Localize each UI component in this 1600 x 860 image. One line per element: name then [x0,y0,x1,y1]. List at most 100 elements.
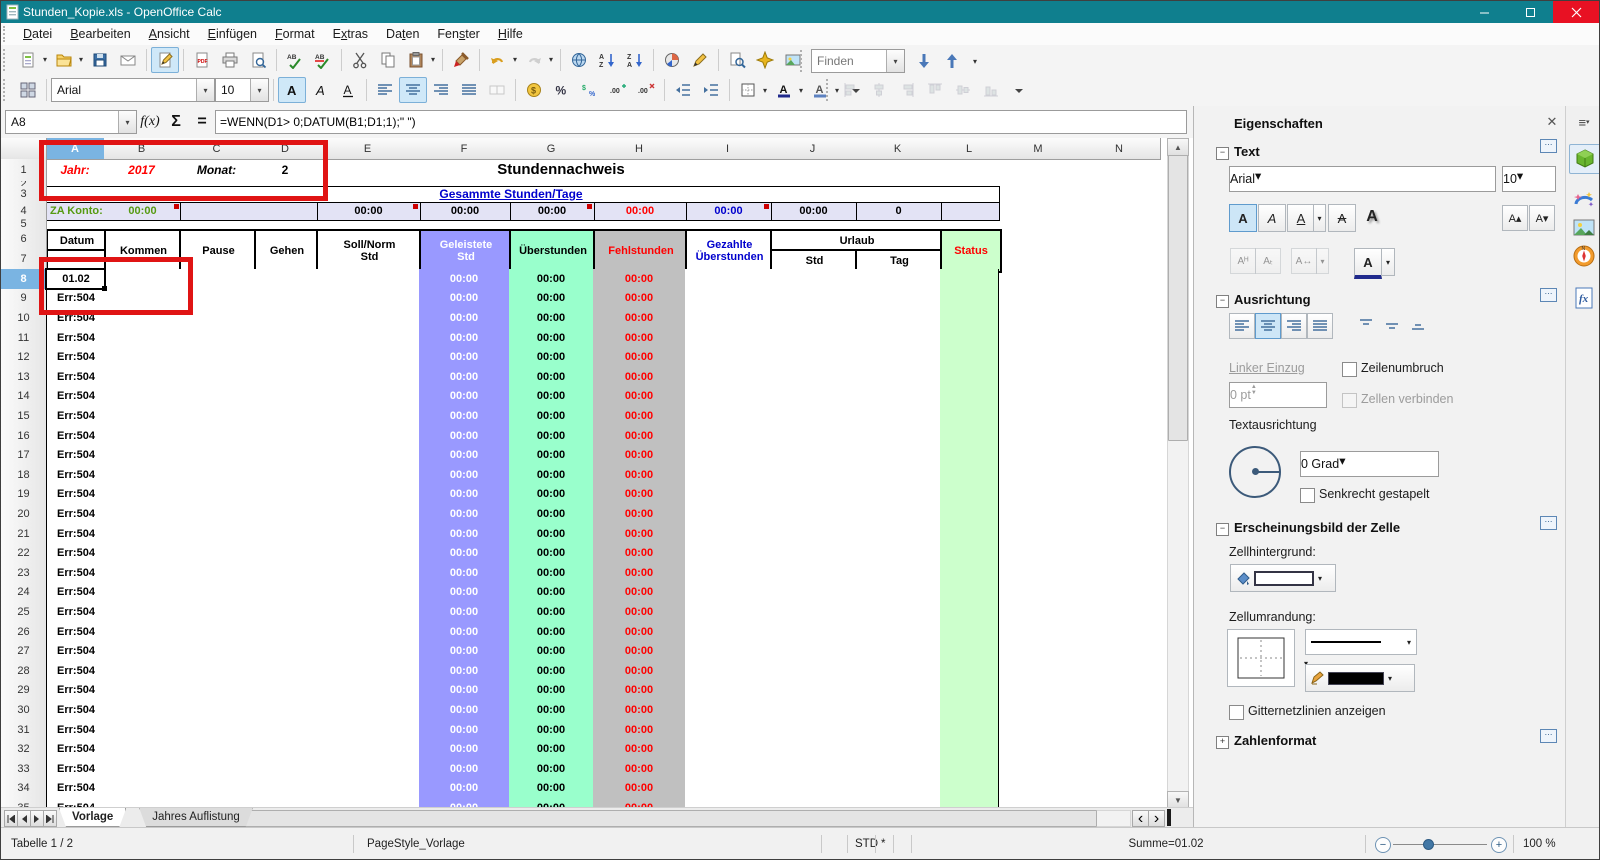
column-header-L[interactable]: L [940,138,999,160]
cell-K30[interactable] [855,700,941,721]
cell-A18[interactable]: Err:504 [46,465,106,486]
cell-F18[interactable]: 00:00 [419,465,510,486]
minimize-button[interactable] [1461,1,1507,23]
cell-G9[interactable]: 00:00 [509,288,594,310]
cell-D25[interactable] [254,602,317,623]
cell-F32[interactable]: 00:00 [419,739,510,760]
cell-J10[interactable] [770,308,856,329]
cell-D31[interactable] [254,719,317,741]
row-header-32[interactable]: 32 [1,739,47,760]
cell-G26[interactable]: 00:00 [509,621,594,643]
cell-H9[interactable]: 00:00 [593,288,686,310]
cut[interactable] [346,47,374,73]
cell-J13[interactable] [770,367,856,388]
currency-icon[interactable]: $ [520,77,548,103]
cell-D14[interactable] [254,386,317,408]
za-konto-label[interactable]: ZA Konto: [50,203,103,218]
cell-L8[interactable] [940,269,999,290]
sidebar-font-name[interactable]: Arial ▾ [1229,166,1496,192]
column-header-M[interactable]: M [998,138,1079,160]
cell-A12[interactable]: Err:504 [46,347,106,368]
cell-E30[interactable] [316,700,420,721]
cell-K26[interactable] [855,621,941,643]
cell-G22[interactable]: 00:00 [509,543,594,564]
cell-A11[interactable]: Err:504 [46,327,106,349]
dropdown-caret-icon[interactable]: ▾ [760,78,770,102]
obj-align-middle[interactable] [949,77,977,103]
cell-H13[interactable]: 00:00 [593,367,686,388]
column-header-G[interactable]: G [509,138,594,160]
cell-J15[interactable] [770,406,856,427]
cell-D20[interactable] [254,504,317,525]
cell-A16[interactable]: Err:504 [46,425,106,447]
insert-chart[interactable] [658,47,686,73]
zoom-out-icon[interactable]: − [1375,837,1391,853]
cell-J32[interactable] [770,739,856,760]
cell-C30[interactable] [179,700,255,721]
cell-B22[interactable] [104,543,180,564]
cell-J21[interactable] [770,523,856,545]
cell-B21[interactable] [104,523,180,545]
cell-J22[interactable] [770,543,856,564]
header-gezahlte[interactable]: Gezahlte Überstunden [685,229,774,273]
obj-align-right[interactable] [893,77,921,103]
shadow-icon[interactable]: A [1357,204,1387,230]
cell-D27[interactable] [254,641,317,662]
close-button[interactable] [1553,1,1599,23]
row-header-6[interactable]: 6 [1,229,47,250]
cell-B17[interactable] [104,445,180,466]
align-bottom-icon[interactable] [1406,313,1430,337]
cell-K28[interactable] [855,661,941,682]
cell-C32[interactable] [179,739,255,760]
cell-C33[interactable] [179,759,255,780]
cell-L12[interactable] [940,347,999,368]
align-middle-icon[interactable] [1380,313,1404,337]
merge-cells-checkbox[interactable] [1342,393,1357,408]
cell-E16[interactable] [316,425,420,447]
za-konto-value[interactable]: 00:00 [105,203,180,218]
cell-E15[interactable] [316,406,420,427]
email-document[interactable] [114,47,142,73]
cell-I20[interactable] [685,504,771,525]
cell-B15[interactable] [104,406,180,427]
cell-D15[interactable] [254,406,317,427]
section-text[interactable]: Text [1234,144,1260,159]
cell-F25[interactable]: 00:00 [419,602,510,623]
cell-G30[interactable]: 00:00 [509,700,594,721]
cell-K8[interactable] [855,269,941,290]
auto-spellcheck[interactable]: AB [309,47,337,73]
cell-J8[interactable] [770,269,856,290]
last-sheet-icon[interactable] [43,810,57,827]
decrease-indent-icon[interactable] [669,77,697,103]
cell-L18[interactable] [940,465,999,486]
obj-align-bottom[interactable] [977,77,1005,103]
cell-G8[interactable]: 00:00 [509,269,594,290]
row-header-14[interactable]: 14 [1,386,47,408]
font-color-icon[interactable]: A [770,77,798,103]
cell-C23[interactable] [179,563,255,584]
cell-L13[interactable] [940,367,999,388]
cell-F29[interactable]: 00:00 [419,680,510,702]
name-box[interactable]: A8 ▾ [5,110,137,134]
cell-G20[interactable]: 00:00 [509,504,594,525]
collapse-icon[interactable]: − [1216,523,1229,536]
page-style[interactable]: PageStyle_Vorlage [367,838,465,850]
column-header-J[interactable]: J [770,138,856,160]
merge-cells-icon[interactable] [483,77,511,103]
cell-F8[interactable]: 00:00 [419,269,510,290]
cell-I23[interactable] [685,563,771,584]
cell-C21[interactable] [179,523,255,545]
scroll-left-icon[interactable]: ‹ [1132,810,1149,827]
cell-H10[interactable]: 00:00 [593,308,686,329]
cell-A15[interactable]: Err:504 [46,406,106,427]
row-header-30[interactable]: 30 [1,700,47,721]
cell-C29[interactable] [179,680,255,702]
cell-L28[interactable] [940,661,999,682]
cell-F30[interactable]: 00:00 [419,700,510,721]
navigator[interactable] [751,47,779,73]
cell-K35[interactable] [855,798,941,807]
cell-E24[interactable] [316,582,420,604]
cell-J31[interactable] [770,719,856,741]
cell-D23[interactable] [254,563,317,584]
cell-K24[interactable] [855,582,941,604]
